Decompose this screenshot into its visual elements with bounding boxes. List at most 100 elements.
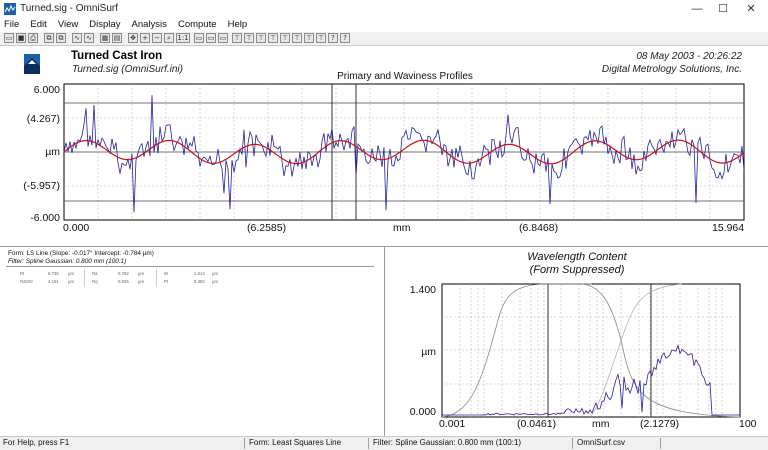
param-name: Pt	[164, 279, 169, 284]
status-help: For Help, press F1	[3, 438, 70, 447]
wavelength-y-unit: µm	[421, 346, 436, 358]
param-name: Rt	[20, 271, 25, 276]
profile-chart-title: Primary and Waviness Profiles	[337, 71, 473, 82]
filter-icon[interactable]: ⊤	[244, 33, 254, 43]
status-divider	[244, 438, 245, 449]
filter-icon[interactable]: ⊤	[268, 33, 278, 43]
wavelength-chart	[441, 283, 741, 418]
param-divider	[156, 269, 157, 287]
form-info: Form: LS Line (Slope: -0.017° Intercept:…	[8, 250, 154, 257]
status-bar: For Help, press F1 Form: Least Squares L…	[0, 436, 768, 450]
maximize-button[interactable]: ☐	[710, 1, 736, 17]
param-name: W	[164, 271, 169, 276]
zoom-icon[interactable]: ⌕	[164, 33, 174, 43]
wavelength-x-unit: mm	[592, 418, 610, 430]
wavelength-y-max: 1.400	[409, 284, 436, 296]
param-name: RzDIN	[20, 279, 33, 284]
zoom-in-icon[interactable]: +	[140, 33, 150, 43]
minimize-button[interactable]: —	[684, 1, 710, 17]
profile-y-min: -6.000	[30, 212, 60, 224]
param-value: 6.736	[48, 271, 59, 276]
menu-help[interactable]: Help	[224, 18, 252, 30]
param-divider	[84, 269, 85, 287]
wavelength-x-max: 100	[739, 418, 757, 430]
param-unit: µm	[138, 279, 145, 284]
report-date: 08 May 2003 - 20:26:22	[636, 51, 742, 62]
filter-icon[interactable]: ⊤	[304, 33, 314, 43]
profile-y-lower: (-5.957)	[23, 180, 60, 192]
menu-compute[interactable]: Compute	[174, 18, 221, 30]
filter-info: Filter: Spline Gaussian: 0.800 mm (100:1…	[8, 258, 127, 265]
roughness-view-icon[interactable]: ∿	[84, 33, 94, 43]
open-icon[interactable]: ▭	[4, 33, 14, 43]
pan-icon[interactable]: ✥	[128, 33, 138, 43]
status-form: Form: Least Squares Line	[249, 438, 342, 447]
table-icon[interactable]: ▤	[112, 33, 122, 43]
help-icon[interactable]: ?	[328, 33, 338, 43]
profile-x-marker-2: (6.8468)	[519, 222, 559, 234]
app-icon	[4, 3, 16, 15]
profile-x-min: 0.000	[63, 222, 90, 234]
profile-x-max: 15.964	[712, 222, 745, 234]
menu-file[interactable]: File	[0, 18, 23, 30]
profile-y-upper: (4.267)	[26, 113, 60, 125]
filter-icon[interactable]: ⊤	[256, 33, 266, 43]
report-subtitle: Turned.sig (OmniSurf.ini)	[72, 64, 183, 75]
param-unit: µm	[212, 271, 219, 276]
company-name: Digital Metrology Solutions, Inc.	[601, 64, 742, 75]
title-bar: Turned.sig - OmniSurf — ☐ ✕	[0, 0, 768, 19]
status-divider	[572, 438, 573, 449]
filter-icon[interactable]: ⊤	[280, 33, 290, 43]
copy-icon[interactable]: ⧉	[44, 33, 54, 43]
context-help-icon[interactable]: ?	[340, 33, 350, 43]
print-icon[interactable]: ⎙	[28, 33, 38, 43]
menu-view[interactable]: View	[54, 18, 82, 30]
param-name: Rq	[92, 279, 98, 284]
wavelength-x-min: 0.001	[439, 418, 466, 430]
filter-icon[interactable]: ⊤	[316, 33, 326, 43]
param-value: 0.925	[118, 279, 129, 284]
window-icon[interactable]: ▭	[194, 33, 204, 43]
wavelength-chart-title: Wavelength Content	[527, 251, 627, 263]
status-file: OmniSurf.csv	[577, 438, 626, 447]
chart-icon[interactable]: ▦	[100, 33, 110, 43]
profile-y-unit: µm	[45, 146, 60, 158]
param-name: Ra	[92, 271, 98, 276]
menu-analysis[interactable]: Analysis	[128, 18, 171, 30]
filter-icon[interactable]: ⊤	[292, 33, 302, 43]
param-unit: µm	[212, 279, 219, 284]
profile-chart	[63, 83, 745, 221]
save-icon[interactable]: ■	[16, 33, 26, 43]
wavelength-chart-subtitle: (Form Suppressed)	[529, 264, 625, 276]
status-divider	[368, 438, 369, 449]
profile-x-marker-1: (6.2585)	[247, 222, 287, 234]
paste-icon[interactable]: ⧉	[56, 33, 66, 43]
param-value: 4.151	[48, 279, 59, 284]
menu-bar: File Edit View Display Analysis Compute …	[0, 18, 768, 32]
toolbar: ▭ ■ ⎙ ⧉ ⧉ ∿ ∿ ▦ ▤ ✥ + − ⌕ 1:1 ▭ ▭ ▭ ⊤ ⊤ …	[0, 32, 768, 46]
param-unit: µm	[68, 279, 75, 284]
profile-view-icon[interactable]: ∿	[72, 33, 82, 43]
param-value: 0.782	[118, 271, 129, 276]
wavelength-y-min: 0.000	[409, 406, 436, 418]
one-to-one-icon[interactable]: 1:1	[176, 33, 190, 43]
wavelength-x-marker-2: (2.1279)	[640, 418, 680, 430]
menu-display[interactable]: Display	[85, 18, 124, 30]
status-filter: Filter: Spline Gaussian: 0.800 mm (100:1…	[373, 438, 522, 447]
close-button[interactable]: ✕	[738, 1, 764, 17]
zoom-out-icon[interactable]: −	[152, 33, 162, 43]
wavelength-x-marker-1: (0.0461)	[517, 418, 557, 430]
info-separator	[6, 266, 374, 267]
window-icon[interactable]: ▭	[206, 33, 216, 43]
menu-edit[interactable]: Edit	[26, 18, 50, 30]
param-value: 8.350	[194, 279, 205, 284]
filter-icon[interactable]: ⊤	[232, 33, 242, 43]
company-logo	[24, 54, 40, 74]
window-icon[interactable]: ▭	[218, 33, 228, 43]
report-title: Turned Cast Iron	[71, 50, 163, 62]
status-divider	[660, 438, 661, 449]
profile-y-max: 6.000	[33, 84, 60, 96]
profile-x-unit: mm	[393, 222, 411, 234]
param-unit: µm	[138, 271, 145, 276]
param-unit: µm	[68, 271, 75, 276]
